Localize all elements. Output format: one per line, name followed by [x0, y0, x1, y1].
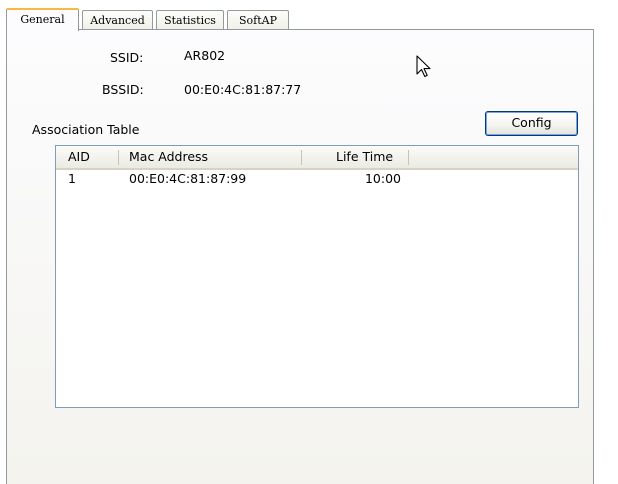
association-table[interactable]: AID Mac Address Life Time 1 00:E0:4C:81:… [55, 145, 579, 408]
column-divider[interactable] [408, 150, 409, 165]
cell-aid: 1 [68, 171, 76, 186]
ssid-label: SSID: [110, 50, 144, 65]
column-header-aid[interactable]: AID [68, 146, 118, 168]
column-divider[interactable] [118, 150, 119, 165]
config-button[interactable]: Config [485, 111, 578, 136]
cell-mac-address: 00:E0:4C:81:87:99 [129, 171, 247, 186]
column-header-life-time[interactable]: Life Time [336, 146, 401, 168]
cell-life-time: 10:00 [364, 171, 401, 186]
table-row[interactable]: 1 00:E0:4C:81:87:99 10:00 [56, 170, 578, 188]
bssid-label: BSSID: [102, 82, 144, 97]
mouse-pointer-icon [416, 55, 431, 78]
bssid-value: 00:E0:4C:81:87:77 [184, 82, 302, 97]
tab-statistics[interactable]: Statistics [156, 10, 224, 30]
ssid-value: AR802 [184, 48, 226, 63]
table-header: AID Mac Address Life Time [56, 146, 578, 170]
tab-join [7, 28, 78, 31]
tab-strip: General Advanced Statistics SoftAP [6, 6, 586, 31]
tab-advanced[interactable]: Advanced [82, 10, 153, 30]
association-table-label: Association Table [32, 122, 140, 137]
column-header-mac-address[interactable]: Mac Address [129, 146, 299, 168]
tab-softap[interactable]: SoftAP [227, 10, 289, 30]
column-divider[interactable] [301, 150, 302, 165]
